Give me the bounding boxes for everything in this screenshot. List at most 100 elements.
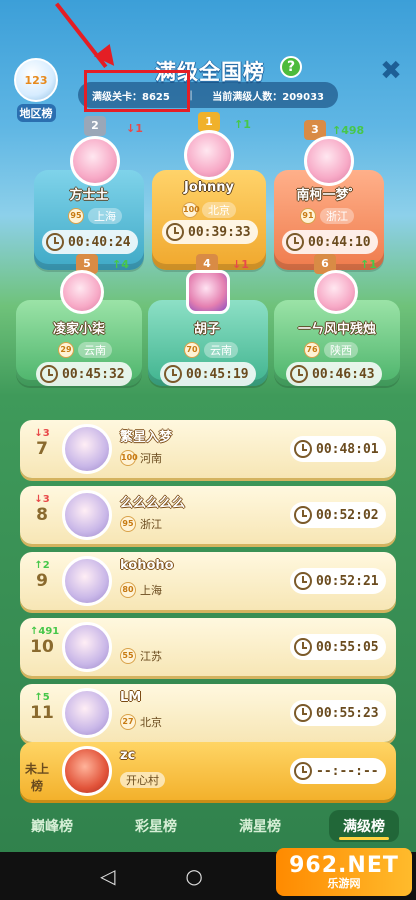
- avatar: [62, 424, 112, 474]
- list-item[interactable]: ↑5 11 LM 27 北京 00:55:23: [20, 684, 396, 742]
- time-value: 00:55:23: [316, 705, 379, 721]
- time-value: 00:40:24: [68, 234, 131, 250]
- time-value: 00:52:02: [316, 507, 379, 523]
- province-label: 陕西: [324, 342, 358, 358]
- rank-number: 未上榜: [24, 762, 49, 793]
- time-value: 00:55:05: [316, 639, 379, 655]
- avatar: [60, 270, 104, 314]
- max-level-count-text: 当前满级人数：209033: [212, 91, 324, 103]
- clock-icon: [294, 704, 312, 722]
- watermark-logo: 962.NET 乐游网: [276, 848, 412, 896]
- avatar: [186, 270, 230, 314]
- ranking-tabs: 巅峰榜 彩星榜 满星榜 满级榜: [0, 806, 416, 846]
- avatar: [304, 136, 354, 186]
- clock-icon: [166, 223, 184, 241]
- time-value: 00:44:10: [308, 234, 371, 250]
- rank-badge: 2: [84, 116, 106, 136]
- time-value: 00:39:33: [188, 224, 251, 240]
- clock-icon: [294, 440, 312, 458]
- avatar: [184, 130, 234, 180]
- clock-icon: [294, 762, 312, 780]
- time-value: --:--:--: [316, 763, 379, 779]
- province-label: 北京: [140, 716, 162, 729]
- rank-number: 10: [30, 637, 54, 657]
- time-value: 00:46:43: [312, 366, 375, 382]
- province-label: 云南: [204, 342, 238, 358]
- annotation-arrow-head: [93, 43, 123, 73]
- region-rank-label: 地区榜: [16, 104, 56, 122]
- rank-change: ↑1: [234, 118, 251, 131]
- avatar: [62, 746, 112, 796]
- rank-badge: 1: [198, 112, 220, 132]
- rank-change: ↓1: [232, 258, 249, 271]
- player-name: 一ㄣ风中残烛: [297, 322, 376, 337]
- province-label: 开心村: [120, 772, 165, 788]
- region-rank-icon: 123: [14, 58, 58, 102]
- clock-icon: [164, 365, 182, 383]
- level-badge: 55: [120, 648, 136, 664]
- level-badge: 27: [120, 714, 136, 730]
- list-item[interactable]: ↑491 10 55 江苏 00:55:05: [20, 618, 396, 676]
- tab-full-level[interactable]: 满级榜: [329, 810, 399, 842]
- clock-icon: [40, 365, 58, 383]
- rank-change: ↑5: [34, 692, 50, 703]
- province-label: 北京: [202, 202, 236, 218]
- province-label: 上海: [140, 584, 162, 597]
- rank-number: 7: [36, 439, 48, 459]
- player-name: 凌家小柒: [52, 322, 105, 337]
- province-label: 云南: [78, 342, 112, 358]
- player-name: kohoho: [120, 558, 174, 573]
- clock-icon: [286, 233, 304, 251]
- rank-change: ↑1: [360, 258, 377, 271]
- rank-change: ↓3: [34, 428, 50, 439]
- rank-change: ↓1: [126, 122, 143, 135]
- avatar: [62, 556, 112, 606]
- level-badge: 95: [120, 516, 136, 532]
- avatar: [70, 136, 120, 186]
- level-badge: 76: [304, 342, 320, 358]
- clock-icon: [294, 506, 312, 524]
- province-label: 浙江: [140, 518, 162, 531]
- list-item[interactable]: ↓3 8 么么么么么 95 浙江 00:52:02: [20, 486, 396, 544]
- player-name: 方士土: [69, 188, 109, 203]
- tab-color-star[interactable]: 彩星榜: [121, 810, 191, 842]
- tab-full-star[interactable]: 满星榜: [225, 810, 295, 842]
- avatar: [314, 270, 358, 314]
- home-icon[interactable]: ○: [185, 864, 202, 888]
- tab-peak[interactable]: 巅峰榜: [17, 810, 87, 842]
- level-badge: 80: [120, 582, 136, 598]
- player-name: LM: [120, 690, 142, 705]
- clock-icon: [46, 233, 64, 251]
- clock-icon: [294, 638, 312, 656]
- level-badge: 100: [182, 202, 200, 218]
- avatar: [62, 490, 112, 540]
- rank-number: 8: [36, 505, 48, 525]
- help-button[interactable]: ?: [280, 56, 302, 78]
- province-label: 河南: [140, 452, 162, 465]
- level-badge: 29: [58, 342, 74, 358]
- close-button[interactable]: ✖: [378, 58, 404, 84]
- level-badge: 95: [68, 208, 84, 224]
- back-icon[interactable]: ◁: [100, 864, 115, 888]
- my-rank-row[interactable]: 未上榜 zc 开心村 --:--:--: [20, 742, 396, 800]
- player-name: 南柯一梦゜: [296, 188, 362, 203]
- level-badge: 91: [300, 208, 316, 224]
- watermark-subtext: 乐游网: [327, 877, 361, 891]
- avatar: [62, 622, 112, 672]
- rank-change: ↑4: [112, 258, 129, 271]
- rank-number: 9: [36, 571, 48, 591]
- rank-change: ↓3: [34, 494, 50, 505]
- time-value: 00:52:21: [316, 573, 379, 589]
- clock-icon: [294, 572, 312, 590]
- player-name: zc: [120, 748, 136, 763]
- player-name: Johnny: [183, 180, 234, 195]
- province-label: 浙江: [320, 208, 354, 224]
- rank-change: ↑2: [34, 560, 50, 571]
- rank-change: ↑498: [332, 124, 365, 137]
- list-item[interactable]: ↓3 7 繁星入梦 100 河南 00:48:01: [20, 420, 396, 478]
- region-rank-button[interactable]: 123 地区榜: [6, 58, 66, 122]
- avatar: [62, 688, 112, 738]
- time-value: 00:45:32: [62, 366, 125, 382]
- list-item[interactable]: ↑2 9 kohoho 80 上海 00:52:21: [20, 552, 396, 610]
- level-badge: 100: [120, 450, 138, 466]
